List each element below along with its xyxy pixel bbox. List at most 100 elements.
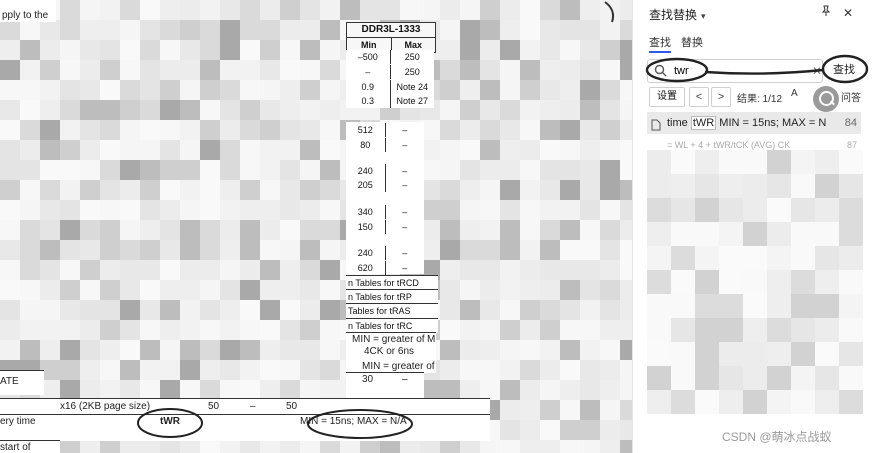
mosaic-cell xyxy=(40,20,60,40)
mosaic-cell xyxy=(671,294,695,318)
mosaic-cell xyxy=(719,270,743,294)
mosaic-cell xyxy=(60,120,80,140)
mosaic-cell xyxy=(480,360,500,380)
mosaic-cell xyxy=(620,60,632,80)
mosaic-cell xyxy=(647,198,671,222)
mosaic-cell xyxy=(580,420,600,440)
mosaic-cell xyxy=(815,150,839,174)
mosaic-cell xyxy=(140,300,160,320)
mosaic-cell xyxy=(280,380,300,400)
mosaic-cell xyxy=(300,340,320,360)
prev-result-button[interactable]: < xyxy=(689,87,709,107)
mosaic-cell xyxy=(100,380,120,400)
mosaic-cell xyxy=(791,294,815,318)
mosaic-cell xyxy=(520,40,540,60)
note-trcd: n Tables for tRCD xyxy=(346,275,438,290)
mosaic-cell xyxy=(160,160,180,180)
search-input[interactable] xyxy=(674,63,784,79)
mosaic-cell xyxy=(647,390,671,414)
search-assistant-icon[interactable] xyxy=(813,86,839,112)
mosaic-cell xyxy=(440,100,460,120)
mosaic-cell xyxy=(200,440,220,453)
mosaic-cell xyxy=(0,120,20,140)
mosaic-cell xyxy=(300,120,320,140)
doc-ate: ATE xyxy=(0,376,19,387)
mosaic-cell xyxy=(80,320,100,340)
mosaic-cell xyxy=(240,260,260,280)
mosaic-cell xyxy=(540,440,560,453)
mosaic-cell xyxy=(120,180,140,200)
mosaic-cell xyxy=(743,174,767,198)
mosaic-cell xyxy=(580,100,600,120)
mosaic-cell xyxy=(600,0,620,20)
mosaic-cell xyxy=(560,340,580,360)
mosaic-cell xyxy=(647,222,671,246)
mosaic-cell xyxy=(80,140,100,160)
mosaic-cell xyxy=(500,200,520,220)
mosaic-cell xyxy=(600,80,620,100)
next-result-button[interactable]: > xyxy=(711,87,731,107)
mosaic-cell xyxy=(0,220,20,240)
mosaic-cell xyxy=(480,380,500,400)
mosaic-cell xyxy=(767,366,791,390)
qa-label[interactable]: 问答 xyxy=(841,89,861,104)
mosaic-cell xyxy=(695,318,719,342)
mosaic-cell xyxy=(695,246,719,270)
mosaic-cell xyxy=(560,120,580,140)
mosaic-cell xyxy=(600,160,620,180)
mosaic-cell xyxy=(440,320,460,340)
clear-icon[interactable]: ✕ xyxy=(808,62,826,80)
mosaic-cell xyxy=(240,280,260,300)
mosaic-cell xyxy=(280,100,300,120)
mosaic-cell xyxy=(240,220,260,240)
mosaic-cell xyxy=(839,270,863,294)
mosaic-cell xyxy=(440,160,460,180)
mosaic-cell xyxy=(520,320,540,340)
close-icon[interactable]: ✕ xyxy=(839,4,857,22)
table-row: 240– xyxy=(346,246,424,260)
document-view: pply to the DDR3L-1333 Min Max –500 250 –… xyxy=(0,0,632,453)
min-greater-c: M xyxy=(427,334,436,345)
mosaic-cell xyxy=(260,160,280,180)
mosaic-cell xyxy=(180,200,200,220)
mosaic-cell xyxy=(120,280,140,300)
mosaic-cell xyxy=(260,240,280,260)
settings-button[interactable]: 设置 xyxy=(649,87,685,107)
doc-fragment-top: pply to the xyxy=(2,10,49,21)
mosaic-cell xyxy=(280,160,300,180)
mosaic-cell xyxy=(500,300,520,320)
mosaic-cell xyxy=(580,20,600,40)
mosaic-cell xyxy=(220,140,240,160)
mosaic-cell xyxy=(180,40,200,60)
mosaic-cell xyxy=(20,180,40,200)
mosaic-cell xyxy=(580,180,600,200)
mosaic-cell xyxy=(839,342,863,366)
mosaic-cell xyxy=(580,260,600,280)
mosaic-cell xyxy=(520,200,540,220)
mosaic-cell xyxy=(600,260,620,280)
tab-replace[interactable]: 替换 xyxy=(681,34,703,50)
result-page: 84 xyxy=(844,117,857,129)
match-case-button[interactable]: A xyxy=(791,88,798,99)
tab-find[interactable]: 查找 xyxy=(649,34,671,53)
mosaic-cell xyxy=(540,40,560,60)
mosaic-cell xyxy=(280,440,300,453)
mosaic-cell xyxy=(120,140,140,160)
mosaic-cell xyxy=(180,120,200,140)
search-result-item[interactable]: time tWR MIN = 15ns; MAX = N 84 xyxy=(647,112,861,134)
page-size-label: x16 (2KB page size) xyxy=(60,401,151,412)
mosaic-cell xyxy=(260,200,280,220)
mosaic-cell xyxy=(20,260,40,280)
mosaic-cell xyxy=(520,60,540,80)
mosaic-cell xyxy=(100,320,120,340)
mosaic-cell xyxy=(440,140,460,160)
mosaic-cell xyxy=(440,20,460,40)
mosaic-cell xyxy=(815,246,839,270)
panel-title[interactable]: 查找替换 ▾ xyxy=(649,6,706,23)
mosaic-cell xyxy=(40,40,60,60)
find-button[interactable]: 查找 xyxy=(827,60,861,80)
pin-icon[interactable] xyxy=(817,4,835,22)
watermark: CSDN @萌冰点战蚁 xyxy=(722,430,832,444)
mosaic-cell xyxy=(839,318,863,342)
mosaic-cell xyxy=(140,440,160,453)
